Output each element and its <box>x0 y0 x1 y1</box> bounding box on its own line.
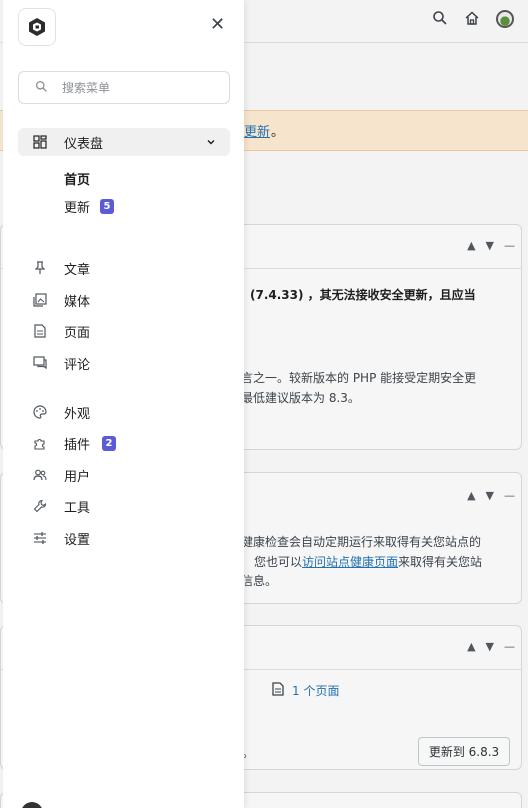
chevron-up-icon[interactable]: ▲ <box>467 640 475 653</box>
dashboard-icon <box>32 134 48 150</box>
sidebar-item-plugins[interactable]: 插件 2 <box>18 429 230 457</box>
sidebar-item-label: 仪表盘 <box>64 136 104 152</box>
site-health-text-1: 健康检查会自动定期运行来取得有关您站点的 <box>241 535 482 549</box>
home-icon[interactable] <box>464 10 482 28</box>
chevron-up-icon[interactable]: ▲ <box>467 489 475 502</box>
sidebar-item-media[interactable]: 媒体 <box>18 286 230 314</box>
page-icon <box>32 323 48 339</box>
palette-icon <box>32 404 48 420</box>
logo-icon[interactable] <box>18 8 56 46</box>
sidebar-item-comments[interactable]: 评论 <box>18 349 230 377</box>
chevron-down-icon <box>206 136 216 151</box>
updates-badge: 5 <box>100 199 115 214</box>
php-warning-bold: (7.4.33) ，其无法接收安全更新，且应当 <box>250 288 476 302</box>
pin-icon <box>32 260 48 276</box>
sidebar-item-dashboard[interactable]: 仪表盘 <box>18 128 230 156</box>
sidebar-subitem-home[interactable]: 首页 <box>64 169 90 188</box>
site-health-text-3: 信息。 <box>241 574 278 588</box>
chevron-down-icon[interactable]: ▼ <box>486 489 494 502</box>
notice-period: 。 <box>271 125 285 140</box>
comment-icon <box>32 355 48 371</box>
collapse-icon[interactable]: — <box>504 640 515 653</box>
page-count-link[interactable]: 1 个页面 <box>272 682 339 699</box>
sidebar-subitem-updates[interactable]: 更新 5 <box>64 197 115 216</box>
chevron-down-icon[interactable]: ▼ <box>486 640 494 653</box>
update-core-button[interactable]: 更新到 6.8.3 <box>418 737 510 766</box>
close-icon[interactable]: ✕ <box>210 14 225 35</box>
php-warning-text-2: 最低建议版本为 8.3。 <box>241 391 360 405</box>
sidebar-item-users[interactable]: 用户 <box>18 461 230 489</box>
sidebar-item-settings[interactable]: 设置 <box>18 524 230 552</box>
sidebar-item-posts[interactable]: 文章 <box>18 254 230 282</box>
sidebar-menu: ✕ 搜索菜单 仪表盘 首页 更新 5 文章 媒体 页面 评论 外观 插件 2 用… <box>3 0 244 808</box>
chevron-up-icon[interactable]: ▲ <box>467 239 475 252</box>
php-warning-text-1: 言之一。较新版本的 PHP 能接受定期安全更 <box>241 371 477 385</box>
site-health-text-2: 您也可以访问站点健康页面来取得有关您站 <box>254 555 483 569</box>
plugin-icon <box>32 435 48 451</box>
search-icon <box>35 80 48 96</box>
sidebar-item-pages[interactable]: 页面 <box>18 317 230 345</box>
search-icon[interactable] <box>432 10 450 28</box>
sidebar-item-appearance[interactable]: 外观 <box>18 398 230 426</box>
site-health-link[interactable]: 访问站点健康页面 <box>302 555 398 569</box>
media-icon <box>32 292 48 308</box>
collapse-icon[interactable]: — <box>504 239 515 252</box>
collapse-icon[interactable]: — <box>504 489 515 502</box>
wrench-icon <box>32 498 48 514</box>
page-icon <box>272 682 284 699</box>
account-avatar[interactable] <box>21 802 43 808</box>
sliders-icon <box>32 530 48 546</box>
plugins-badge: 2 <box>102 435 117 451</box>
search-placeholder: 搜索菜单 <box>62 81 111 95</box>
chevron-down-icon[interactable]: ▼ <box>486 239 494 252</box>
users-icon <box>32 467 48 483</box>
search-menu-input[interactable]: 搜索菜单 <box>18 71 230 104</box>
sidebar-item-tools[interactable]: 工具 <box>18 492 230 520</box>
user-avatar[interactable] <box>496 10 514 28</box>
notice-update-link[interactable]: 更新 <box>244 121 270 140</box>
